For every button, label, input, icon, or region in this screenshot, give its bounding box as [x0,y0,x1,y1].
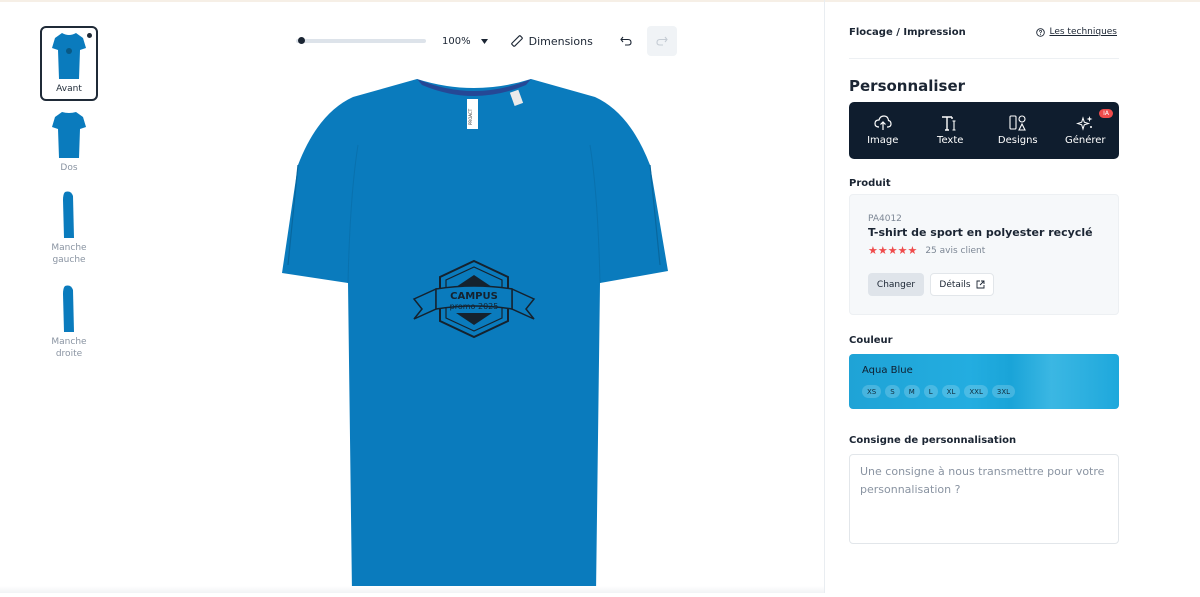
print-method-title: Flocage / Impression [849,27,966,38]
view-label: Manche gauche [51,243,87,265]
zoom-slider-knob[interactable] [298,37,305,44]
tool-label: Designs [997,135,1038,146]
cloud-upload-icon [874,115,892,130]
star-icon: ★★★★★ [868,244,918,257]
size-l[interactable]: L [923,385,938,398]
customization-panel: Flocage / Impression Les techniques Pers… [824,0,1200,593]
left-sleeve-thumbnail [63,191,74,238]
dimensions-button[interactable]: Dimensions [510,34,593,48]
tool-generate[interactable]: IA Générer [1052,102,1120,159]
size-list: XS S M L XL XXL 3XL [862,385,1016,398]
color-name: Aqua Blue [862,365,913,376]
tool-text[interactable]: Texte [917,102,985,159]
badge-subtitle: promo 2025 [450,302,499,311]
tool-designs[interactable]: Designs [984,102,1052,159]
change-label: Changer [876,279,916,290]
design-canvas[interactable]: PROACT CAMPUS promo 2025 [210,75,738,593]
view-selector: Avant Dos Manche gauche Manche droite [40,26,98,360]
zoom-level: 100% [442,35,471,47]
canvas-toolbar: 100% Dimensions [296,26,677,56]
tool-label: Générer [1064,135,1106,146]
redo-button[interactable] [646,26,677,56]
view-right-sleeve[interactable]: Manche droite [40,284,98,360]
tool-label: Texte [937,135,964,146]
product-card: PA4012 T-shirt de sport en polyester rec… [849,194,1119,315]
techniques-link[interactable]: Les techniques [1036,27,1117,37]
redo-icon [656,36,668,46]
product-details-button[interactable]: Détails [930,273,994,296]
product-ref: PA4012 [868,214,902,224]
size-s[interactable]: S [885,385,900,398]
product-name: T-shirt de sport en polyester recyclé [868,226,1093,239]
size-m[interactable]: M [903,385,920,398]
techniques-label: Les techniques [1049,27,1117,37]
caret-down-icon [480,38,488,44]
ai-badge: IA [1099,109,1113,118]
neck-tag-text: PROACT [468,108,473,125]
help-circle-icon [1036,27,1046,37]
size-xxl[interactable]: XXL [964,385,988,398]
zoom-select[interactable]: 100% [442,36,488,47]
external-link-icon [976,280,985,289]
view-back[interactable]: Dos [40,110,98,174]
view-label: Dos [60,163,78,173]
tshirt-front-thumbnail [52,33,86,79]
tshirt-mockup: PROACT CAMPUS promo 2025 [282,79,668,593]
product-section-title: Produit [849,178,891,189]
view-front[interactable]: Avant [40,26,98,101]
color-section-title: Couleur [849,335,893,346]
tool-label: Image [867,135,899,146]
shapes-icon [1009,115,1026,131]
view-label: Manche droite [51,337,87,359]
sparkles-icon [1076,116,1093,131]
active-dot [87,33,92,38]
right-sleeve-thumbnail [63,285,74,332]
color-option-aqua-blue[interactable]: Aqua Blue XS S M L XL XXL 3XL [849,354,1119,409]
rating-stars: ★★★★★ 25 avis client [868,244,985,257]
badge-title: CAMPUS [450,291,498,302]
instructions-section-title: Consigne de personnalisation [849,435,1017,446]
text-icon [942,116,956,131]
review-count[interactable]: 25 avis client [925,246,985,256]
instructions-textarea[interactable] [849,454,1119,544]
bottom-shadow [0,586,824,593]
change-product-button[interactable]: Changer [868,273,924,296]
view-label: Avant [56,84,82,94]
view-left-sleeve[interactable]: Manche gauche [40,190,98,266]
undo-icon [620,36,632,46]
size-3xl[interactable]: 3XL [991,385,1016,398]
personalization-tools: Image Texte Designs IA Générer [849,102,1119,159]
details-label: Détails [939,279,971,290]
size-xl[interactable]: XL [941,385,961,398]
ruler-icon [510,35,523,47]
tshirt-back-thumbnail [52,112,86,158]
zoom-slider[interactable] [296,37,426,44]
tool-image[interactable]: Image [849,102,917,159]
personalize-heading: Personnaliser [849,77,966,95]
size-xs[interactable]: XS [862,385,882,398]
divider [849,58,1119,59]
undo-button[interactable] [617,32,635,50]
dimensions-label: Dimensions [528,34,593,48]
